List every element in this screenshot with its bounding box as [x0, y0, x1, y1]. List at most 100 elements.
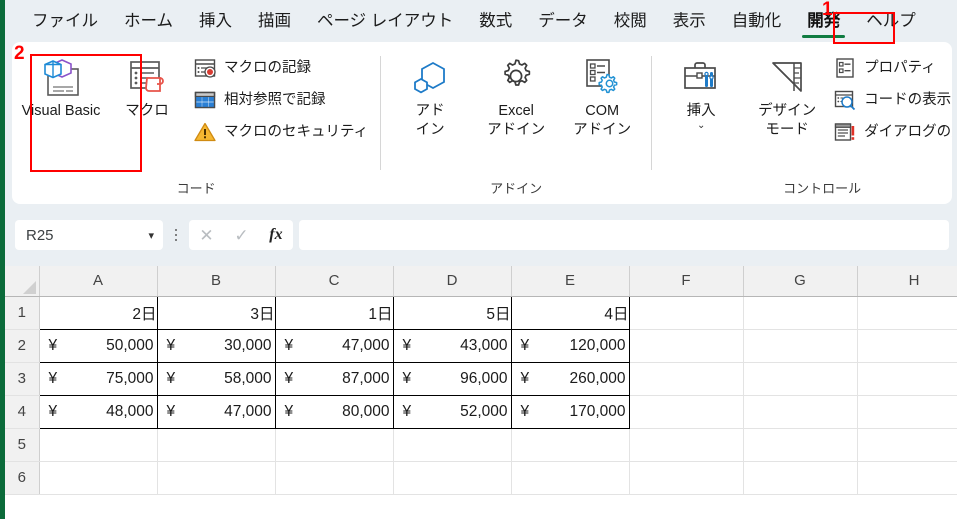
tab-6[interactable]: データ	[525, 5, 601, 37]
cell-H1[interactable]	[857, 296, 957, 330]
formula-input[interactable]	[299, 220, 949, 250]
tab-0[interactable]: ファイル	[19, 5, 111, 37]
cell-H4[interactable]	[857, 395, 957, 429]
ribbon-button-relative-reference[interactable]: 相対参照で記録	[190, 86, 374, 114]
cell-G2[interactable]	[743, 329, 858, 363]
cell-G1[interactable]	[743, 296, 858, 330]
cell-E4[interactable]: ¥170,000	[510, 394, 630, 429]
column-header-H[interactable]: H	[857, 266, 957, 297]
select-all-button[interactable]	[5, 266, 40, 297]
cell-H2[interactable]	[857, 329, 957, 363]
cell-F6[interactable]	[629, 461, 744, 495]
cell-E1[interactable]: 4日	[510, 295, 630, 330]
formula-bar-more-button[interactable]	[163, 220, 189, 250]
ribbon-button-addins-1[interactable]: Excel アドイン	[473, 48, 559, 144]
cell-G4[interactable]	[743, 395, 858, 429]
column-header-G[interactable]: G	[743, 266, 858, 297]
cell-C5[interactable]	[275, 428, 394, 462]
enter-icon[interactable]: ✓	[234, 227, 248, 244]
cell-A1[interactable]: 2日	[38, 295, 158, 330]
column-header-B[interactable]: B	[157, 266, 276, 297]
currency-symbol: ¥	[520, 402, 530, 420]
cell-C2[interactable]: ¥47,000	[274, 328, 394, 363]
cell-G6[interactable]	[743, 461, 858, 495]
cell-H5[interactable]	[857, 428, 957, 462]
tab-5[interactable]: 数式	[466, 5, 525, 37]
cell-B5[interactable]	[157, 428, 276, 462]
tab-9[interactable]: 自動化	[719, 5, 795, 37]
cell-F4[interactable]	[629, 395, 744, 429]
ribbon-button-macro-security[interactable]: マクロのセキュリティ	[190, 118, 374, 146]
row-header-5[interactable]: 5	[5, 428, 40, 462]
cancel-icon[interactable]: ✕	[199, 227, 213, 244]
row-header-1[interactable]: 1	[5, 296, 40, 330]
row-header-3[interactable]: 3	[5, 362, 40, 396]
cell-G5[interactable]	[743, 428, 858, 462]
column-header-E[interactable]: E	[511, 266, 630, 297]
cell-E5[interactable]	[511, 428, 630, 462]
ribbon-button-addins-0[interactable]: アド イン	[387, 48, 473, 144]
cell-D2[interactable]: ¥43,000	[392, 328, 512, 363]
cell-D1[interactable]: 5日	[392, 295, 512, 330]
row-header-4[interactable]: 4	[5, 395, 40, 429]
column-header-A[interactable]: A	[39, 266, 158, 297]
cell-D5[interactable]	[393, 428, 512, 462]
cell-B6[interactable]	[157, 461, 276, 495]
cell-C1[interactable]: 1日	[274, 295, 394, 330]
column-header-D[interactable]: D	[393, 266, 512, 297]
ribbon-button-record-macro[interactable]: マクロの記録	[190, 54, 374, 82]
cell-D6[interactable]	[393, 461, 512, 495]
cell-H6[interactable]	[857, 461, 957, 495]
ribbon-button-controls-1[interactable]: デザイン モード	[744, 48, 830, 144]
cell-E3[interactable]: ¥260,000	[510, 361, 630, 396]
cell-A4[interactable]: ¥48,000	[38, 394, 158, 429]
cell-F3[interactable]	[629, 362, 744, 396]
cell-F5[interactable]	[629, 428, 744, 462]
column-header-C[interactable]: C	[275, 266, 394, 297]
tab-3[interactable]: 描画	[245, 5, 304, 37]
tab-11[interactable]: ヘルプ	[853, 5, 929, 37]
ribbon-button-run-dialog[interactable]: ダイアログの実行	[830, 118, 952, 146]
cell-B2[interactable]: ¥30,000	[156, 328, 276, 363]
name-box[interactable]: R25 ▾	[15, 220, 163, 250]
cell-E6[interactable]	[511, 461, 630, 495]
row-header-6[interactable]: 6	[5, 461, 40, 495]
tab-4[interactable]: ページ レイアウト	[304, 5, 466, 37]
ribbon-button-properties[interactable]: プロパティ	[830, 54, 952, 82]
cell-F1[interactable]	[629, 296, 744, 330]
cell-A2[interactable]: ¥50,000	[38, 328, 158, 363]
cell-C3[interactable]: ¥87,000	[274, 361, 394, 396]
ribbon-button-controls-0[interactable]: 挿入 ⌄	[658, 48, 744, 134]
currency-symbol: ¥	[166, 336, 176, 354]
tab-7[interactable]: 校閲	[601, 5, 660, 37]
table-row: 5	[5, 428, 957, 462]
row-header-2[interactable]: 2	[5, 329, 40, 363]
cell-B1[interactable]: 3日	[156, 295, 276, 330]
chevron-down-icon[interactable]: ⌄	[697, 121, 705, 131]
ribbon-button-addins-2[interactable]: COM アドイン	[559, 48, 645, 144]
visual-basic-button[interactable]: Visual Basic	[18, 48, 104, 125]
cell-A5[interactable]	[39, 428, 158, 462]
cell-C6[interactable]	[275, 461, 394, 495]
cell-D4[interactable]: ¥52,000	[392, 394, 512, 429]
tab-2[interactable]: 挿入	[186, 5, 245, 37]
ribbon-button-code-1[interactable]: マクロ	[104, 48, 190, 125]
cell-B3[interactable]: ¥58,000	[156, 361, 276, 396]
tab-8[interactable]: 表示	[660, 5, 719, 37]
tab-label: 自動化	[731, 12, 782, 30]
cell-D3[interactable]: ¥96,000	[392, 361, 512, 396]
insert-function-icon[interactable]: fx	[269, 226, 282, 244]
cell-H3[interactable]	[857, 362, 957, 396]
worksheet-grid[interactable]: ABCDEFGH 1 2日 3日 1日 5日 4日 2 ¥50,000 ¥30,000 ¥47,0…	[5, 266, 957, 519]
cell-G3[interactable]	[743, 362, 858, 396]
column-header-F[interactable]: F	[629, 266, 744, 297]
cell-B4[interactable]: ¥47,000	[156, 394, 276, 429]
cell-A6[interactable]	[39, 461, 158, 495]
chevron-down-icon[interactable]: ▾	[148, 229, 154, 242]
cell-C4[interactable]: ¥80,000	[274, 394, 394, 429]
tab-1[interactable]: ホーム	[111, 5, 186, 37]
ribbon-button-view-code[interactable]: コードの表示	[830, 86, 952, 114]
cell-F2[interactable]	[629, 329, 744, 363]
cell-E2[interactable]: ¥120,000	[510, 328, 630, 363]
cell-A3[interactable]: ¥75,000	[38, 361, 158, 396]
